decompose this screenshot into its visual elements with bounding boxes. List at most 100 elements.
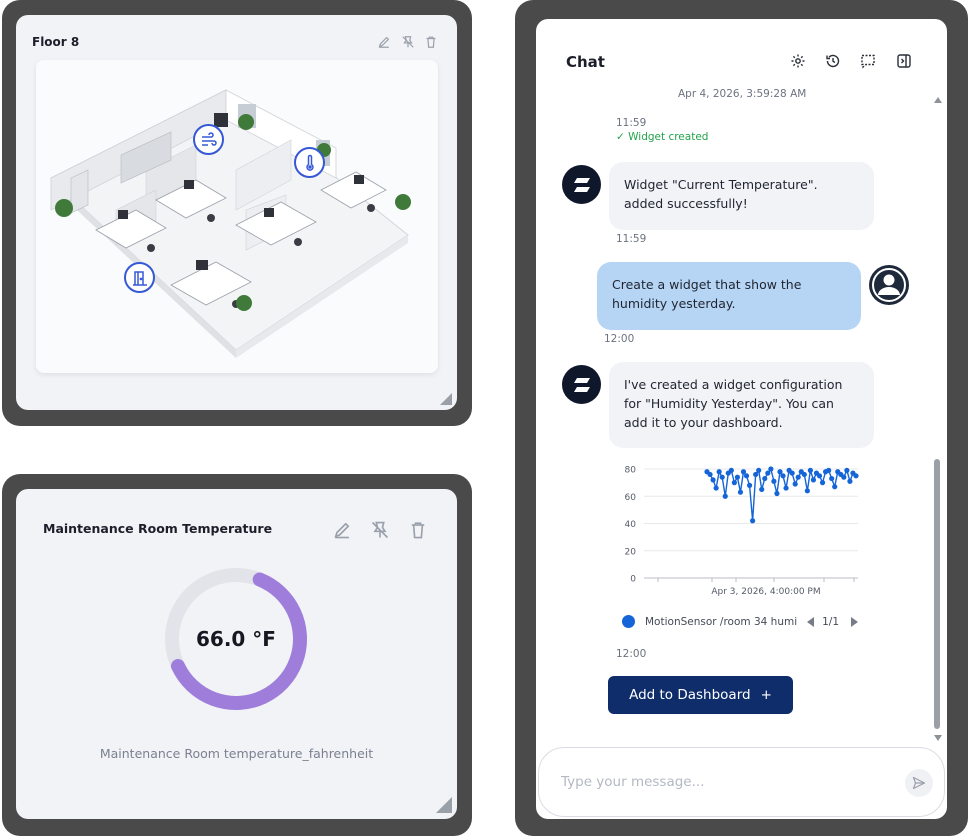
data-point bbox=[762, 475, 768, 482]
data-point bbox=[819, 480, 826, 486]
temperature-widget-title: Maintenance Room Temperature bbox=[43, 521, 273, 536]
data-point bbox=[841, 474, 847, 480]
data-point bbox=[783, 485, 789, 491]
data-point bbox=[731, 480, 737, 486]
floor-plan-image bbox=[36, 60, 438, 373]
y-tick-label: 80 bbox=[625, 466, 637, 476]
plus-icon: + bbox=[760, 687, 772, 703]
floor-widget: Floor 8 bbox=[16, 15, 457, 410]
edit-icon[interactable] bbox=[377, 35, 391, 49]
user-icon bbox=[870, 266, 908, 304]
y-tick-label: 60 bbox=[625, 493, 637, 503]
data-point bbox=[807, 467, 813, 473]
scroll-down-icon[interactable] bbox=[934, 735, 942, 741]
collapse-panel-icon[interactable] bbox=[896, 53, 912, 69]
data-point bbox=[816, 473, 823, 479]
data-point bbox=[832, 484, 838, 490]
widget-created-status: ✓ Widget created bbox=[616, 131, 709, 143]
humidity-chart: 0 20 40 60 80 Apr 3, 2026, 4:00:00 PM bbox=[625, 466, 859, 597]
new-chat-icon[interactable] bbox=[860, 53, 876, 69]
chat-panel: Chat Apr 4, 2026, 3:59:28 AM 11:59 ✓ Wid… bbox=[536, 19, 947, 819]
scroll-up-icon[interactable] bbox=[934, 97, 942, 103]
data-point bbox=[826, 467, 832, 473]
message-time: 11:59 bbox=[616, 117, 647, 129]
message-composer bbox=[538, 747, 945, 817]
legend-next-icon[interactable] bbox=[851, 616, 859, 627]
data-point bbox=[722, 493, 728, 499]
data-point bbox=[847, 478, 853, 484]
data-point bbox=[795, 474, 801, 480]
send-button[interactable] bbox=[905, 769, 933, 797]
data-point bbox=[780, 473, 786, 479]
chat-title: Chat bbox=[566, 53, 605, 71]
user-avatar bbox=[869, 265, 909, 305]
data-point bbox=[801, 471, 807, 478]
message-time: 12:00 bbox=[604, 333, 635, 345]
data-point bbox=[719, 474, 725, 480]
unpin-icon[interactable] bbox=[370, 520, 390, 540]
temperature-widget: Maintenance Room Temperature 66.0 °F Mai… bbox=[16, 489, 457, 819]
settings-icon[interactable] bbox=[790, 53, 806, 69]
bot-avatar bbox=[562, 165, 601, 204]
resize-handle-icon[interactable] bbox=[436, 797, 452, 813]
data-point bbox=[759, 486, 765, 493]
data-point bbox=[844, 467, 850, 473]
data-point bbox=[829, 475, 835, 482]
data-point bbox=[710, 477, 716, 483]
data-point bbox=[734, 474, 741, 480]
door-icon[interactable] bbox=[124, 262, 155, 293]
data-point bbox=[707, 471, 713, 478]
data-point bbox=[743, 473, 750, 479]
bot-logo-icon bbox=[573, 377, 590, 392]
bot-message: I've created a widget configuration for … bbox=[609, 362, 874, 448]
bot-avatar bbox=[562, 365, 601, 404]
data-point bbox=[716, 469, 722, 475]
data-point bbox=[750, 518, 756, 524]
user-message: Create a widget that show the humidity y… bbox=[597, 262, 861, 330]
data-point bbox=[804, 488, 810, 494]
legend-pager: 1/1 bbox=[822, 615, 840, 628]
y-tick-label: 40 bbox=[625, 520, 637, 530]
bot-message: Widget "Current Temperature". added succ… bbox=[609, 162, 874, 230]
floor-plan-illustration bbox=[50, 89, 411, 358]
temperature-value: 66.0 °F bbox=[196, 627, 276, 651]
date-stamp: Apr 4, 2026, 3:59:28 AM bbox=[678, 88, 807, 100]
data-point bbox=[792, 481, 798, 487]
trash-icon[interactable] bbox=[424, 35, 438, 49]
resize-handle-icon[interactable] bbox=[440, 393, 452, 405]
scrollbar-thumb[interactable] bbox=[934, 459, 940, 729]
data-point bbox=[810, 477, 817, 483]
legend-label: MotionSensor /room 34 humi bbox=[645, 615, 798, 628]
message-time: 11:59 bbox=[616, 233, 647, 245]
data-point bbox=[728, 467, 734, 473]
chart-legend: MotionSensor /room 34 humi 1/1 bbox=[622, 615, 866, 628]
data-point bbox=[737, 489, 744, 495]
add-to-dashboard-label: Add to Dashboard bbox=[629, 687, 751, 703]
trash-icon[interactable] bbox=[408, 520, 428, 540]
data-point bbox=[789, 470, 795, 476]
unpin-icon[interactable] bbox=[401, 35, 415, 49]
message-time: 12:00 bbox=[616, 648, 647, 660]
data-point bbox=[713, 485, 719, 491]
y-tick-label: 20 bbox=[625, 547, 637, 557]
floor-widget-title: Floor 8 bbox=[32, 35, 80, 49]
add-to-dashboard-button[interactable]: Add to Dashboard + bbox=[608, 676, 793, 714]
temperature-caption: Maintenance Room temperature_fahrenheit bbox=[99, 746, 374, 761]
fan-icon[interactable] bbox=[193, 124, 224, 155]
legend-prev-icon[interactable] bbox=[807, 616, 815, 627]
y-tick-label: 0 bbox=[630, 575, 636, 585]
bot-logo-icon bbox=[573, 177, 590, 192]
data-point bbox=[756, 467, 762, 473]
data-point bbox=[746, 482, 753, 488]
edit-icon[interactable] bbox=[332, 520, 352, 540]
send-icon bbox=[912, 776, 926, 790]
data-point bbox=[768, 466, 774, 472]
data-point bbox=[853, 473, 859, 479]
history-icon[interactable] bbox=[825, 53, 841, 69]
data-point bbox=[771, 478, 777, 484]
message-input[interactable] bbox=[561, 768, 891, 796]
thermometer-icon[interactable] bbox=[294, 147, 325, 178]
legend-color-dot bbox=[622, 615, 635, 628]
x-tick-label: Apr 3, 2026, 4:00:00 PM bbox=[711, 587, 820, 597]
data-point bbox=[774, 490, 780, 497]
